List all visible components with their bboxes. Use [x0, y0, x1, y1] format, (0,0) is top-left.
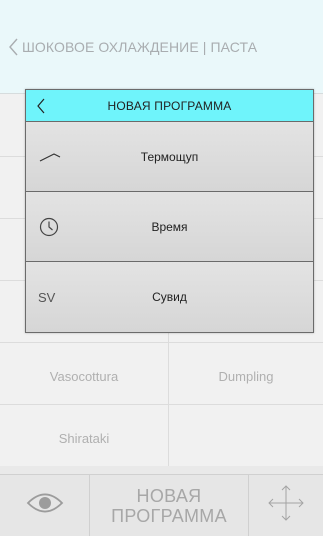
new-program-label-line1: НОВАЯ — [136, 485, 202, 506]
bottom-toolbar: НОВАЯ ПРОГРАММА — [0, 474, 323, 536]
move-arrows-icon — [266, 483, 306, 528]
option-label: Время — [151, 219, 188, 234]
program-tile-dumpling[interactable]: Dumpling — [169, 346, 323, 406]
grid-divider — [0, 342, 323, 343]
option-sous-vide[interactable]: SV Сувид — [26, 262, 313, 332]
eye-icon — [26, 490, 64, 521]
option-probe[interactable]: Термощуп — [26, 122, 313, 192]
probe-icon — [38, 146, 62, 168]
program-tile-label: Dumpling — [218, 368, 274, 384]
view-button[interactable] — [0, 475, 90, 536]
dialog-back-chevron-icon[interactable] — [35, 96, 47, 116]
move-button[interactable] — [249, 475, 323, 536]
program-tile-vasocottura[interactable]: Vasocottura — [0, 346, 168, 406]
clock-icon — [38, 216, 62, 238]
option-label: Сувид — [152, 290, 187, 304]
program-tile-label: Vasocottura — [49, 368, 119, 384]
new-program-dialog: НОВАЯ ПРОГРАММА Термощуп Время SV Сувид — [25, 89, 314, 333]
dialog-title: НОВАЯ ПРОГРАММА — [107, 98, 232, 113]
dialog-header: НОВАЯ ПРОГРАММА — [26, 90, 313, 122]
sv-icon: SV — [38, 289, 56, 305]
option-label: Термощуп — [140, 149, 199, 164]
option-time[interactable]: Время — [26, 192, 313, 262]
new-program-button[interactable]: НОВАЯ ПРОГРАММА — [90, 475, 249, 536]
back-chevron-icon[interactable] — [6, 36, 20, 58]
program-tile-shirataki[interactable]: Shirataki — [0, 408, 168, 468]
new-program-label-line2: ПРОГРАММА — [111, 505, 227, 526]
screen-title: ШОКОВОЕ ОХЛАЖДЕНИЕ | ПАСТА — [22, 38, 258, 55]
program-tile-label: Shirataki — [58, 430, 110, 446]
top-bar: ШОКОВОЕ ОХЛАЖДЕНИЕ | ПАСТА — [0, 0, 323, 94]
